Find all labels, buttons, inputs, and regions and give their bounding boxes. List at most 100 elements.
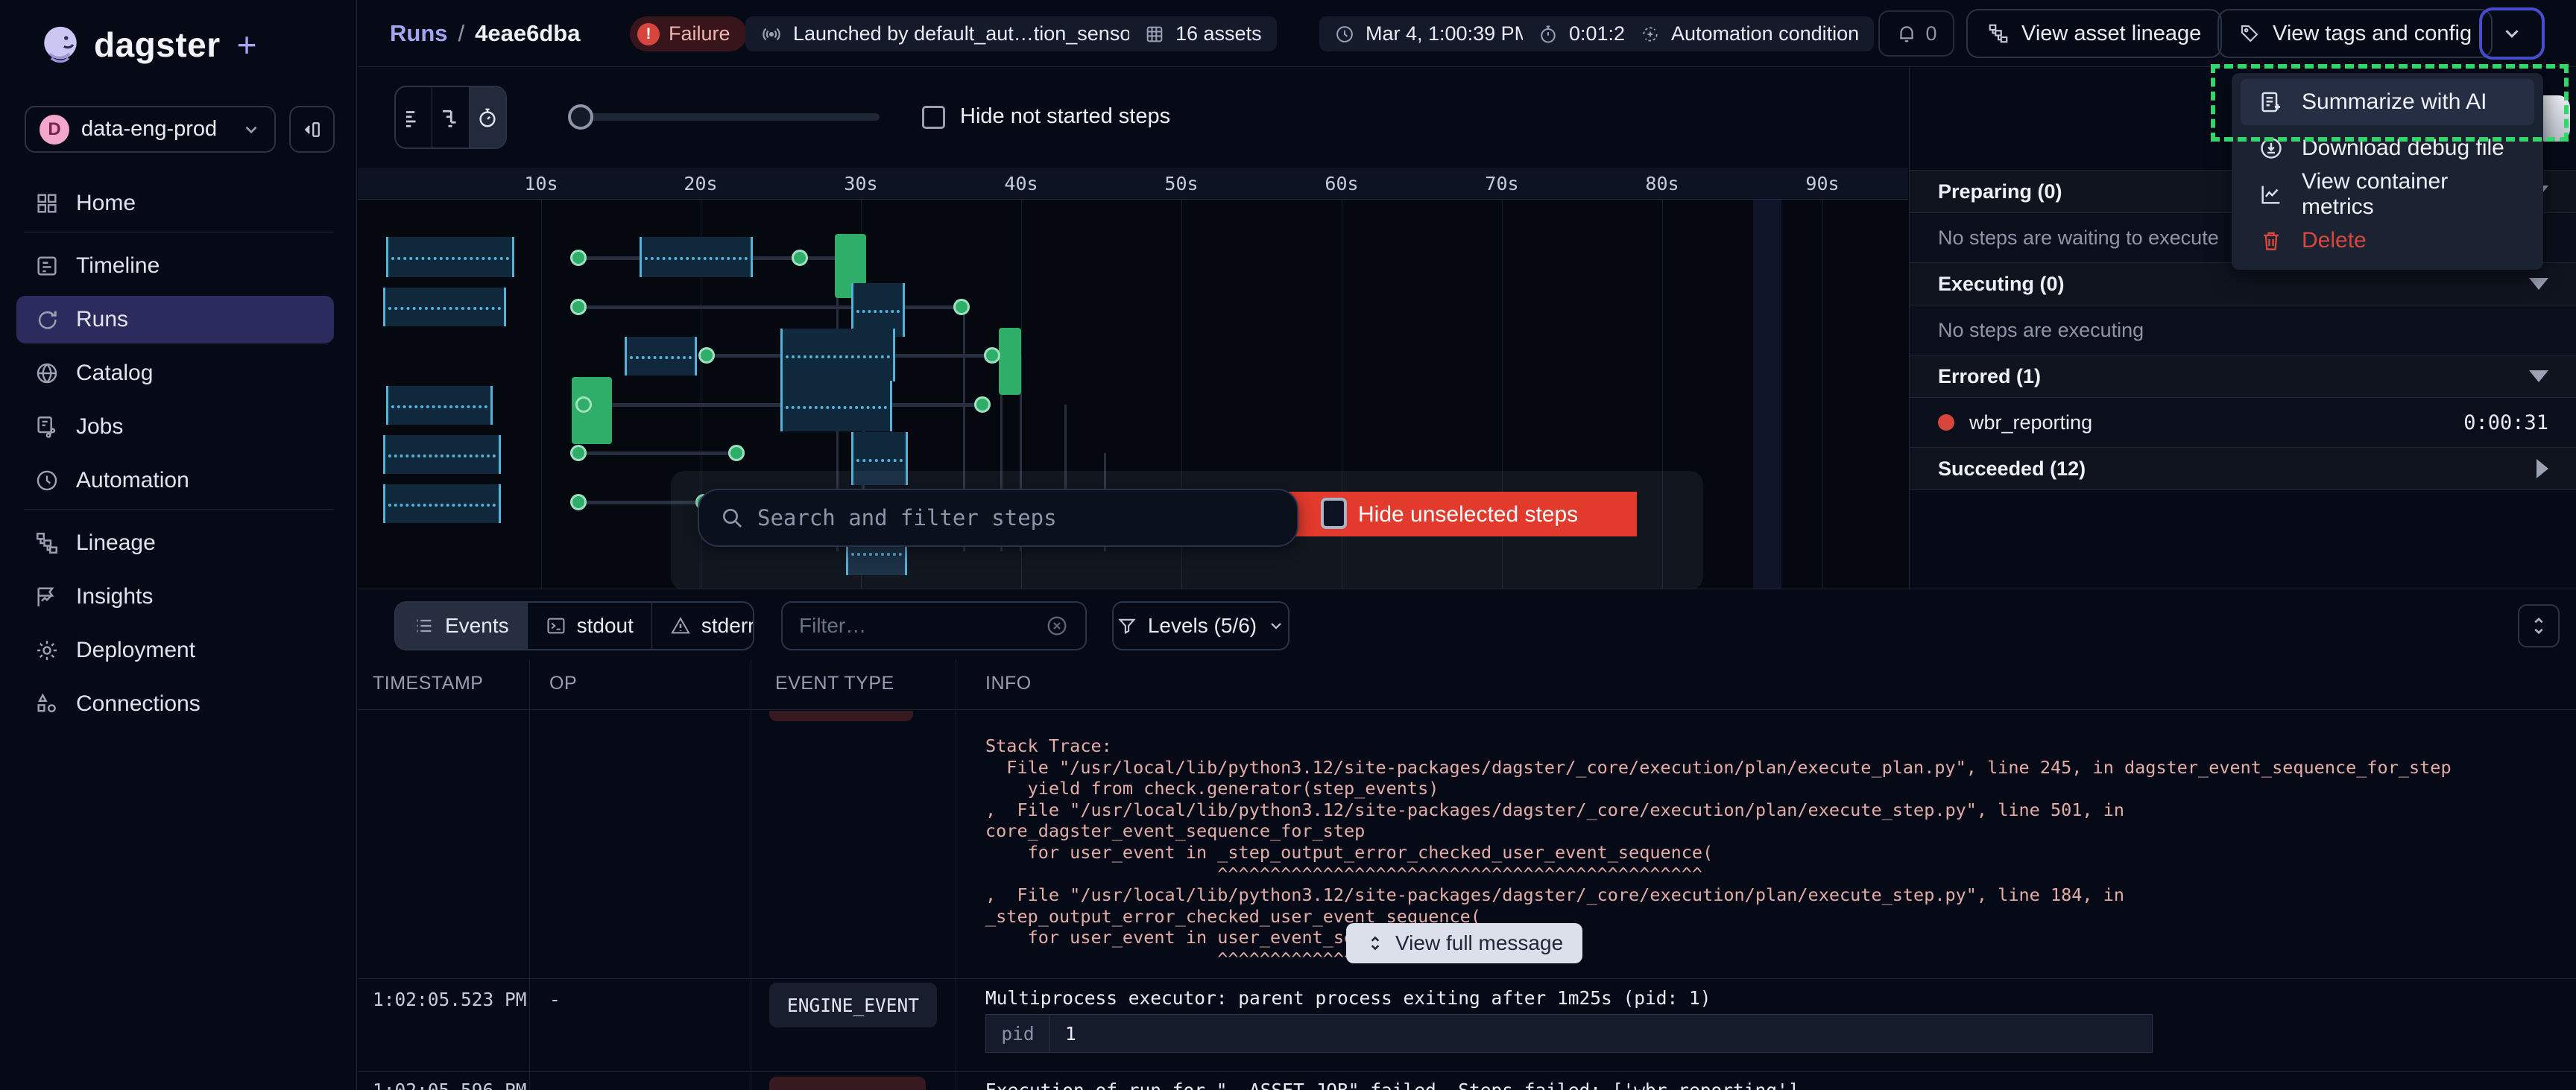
chart-icon [2258, 182, 2284, 207]
jobs-icon [34, 414, 60, 440]
tab-stderr[interactable]: stderr [652, 603, 754, 649]
notification-count: 0 [1925, 22, 1936, 45]
launched-by-label: Launched by default_aut…tion_sensor [793, 22, 1137, 45]
levels-label: Levels (5/6) [1148, 614, 1257, 638]
step-bar-succeeded[interactable] [999, 328, 1021, 395]
status-section-label: Succeeded (12) [1938, 457, 2536, 481]
launched-by-tag[interactable]: Launched by default_aut…tion_sensor [745, 16, 1152, 51]
scroll-order-button[interactable] [2518, 604, 2560, 647]
view-tags-config-label: View tags and config [2273, 22, 2472, 46]
sidebar-item-catalog[interactable]: Catalog [16, 349, 334, 397]
view-full-message-button[interactable]: View full message [1346, 923, 1582, 963]
log-table-header: TIMESTAMP OP EVENT TYPE INFO [358, 659, 2576, 710]
meta-value: 1 [1050, 1015, 1076, 1052]
levels-dropdown[interactable]: Levels (5/6) [1112, 601, 1289, 650]
lineage-icon [34, 530, 60, 556]
sidebar-item-lineage[interactable]: Lineage [16, 519, 334, 567]
hide-not-started-checkbox[interactable] [922, 106, 945, 129]
step-bar-not-started[interactable] [386, 386, 493, 425]
step-search-placeholder: Search and filter steps [757, 505, 1057, 530]
step-bar-not-started[interactable] [780, 381, 892, 431]
sidebar-item-insights[interactable]: Insights [16, 573, 334, 621]
status-section-succeeded[interactable]: Succeeded (12) [1910, 447, 2576, 490]
row-divider [358, 1071, 2576, 1072]
errored-step-row[interactable]: wbr_reporting0:00:31 [1910, 398, 2576, 447]
sidebar-item-label: Home [76, 191, 136, 216]
step-bar-not-started[interactable] [383, 288, 506, 326]
automation-tag[interactable]: Automation condition [1625, 16, 1874, 51]
previous-event-badge-clipped [769, 711, 913, 721]
step-marker-dot [575, 396, 592, 413]
sidebar-divider [24, 509, 334, 510]
sidebar-item-runs[interactable]: Runs [16, 296, 334, 343]
run-actions-menu-button[interactable] [2479, 7, 2545, 60]
sidebar-item-timeline[interactable]: Timeline [16, 242, 334, 290]
view-flat-button[interactable] [396, 87, 432, 148]
step-bar-not-started[interactable] [625, 337, 697, 376]
step-bar-not-started[interactable] [386, 237, 514, 277]
sidebar-item-label: Connections [76, 691, 201, 717]
breadcrumb-run-id: 4eae6dba [475, 20, 580, 47]
axis-tick-label: 60s [1325, 173, 1358, 194]
column-divider [529, 659, 530, 1090]
status-section-errored[interactable]: Errored (1) [1910, 355, 2576, 398]
log-filter-input[interactable]: Filter… [781, 601, 1087, 650]
caret-down-icon[interactable] [2529, 370, 2548, 382]
col-info: INFO [985, 673, 1032, 694]
sidebar: dagster + D data-eng-prod HomeTimelineRu… [0, 0, 357, 1090]
step-bar-not-started[interactable] [780, 329, 895, 381]
gantt-scrollbar[interactable] [1753, 200, 1781, 589]
hide-unselected-checkbox[interactable] [1321, 498, 1347, 529]
step-search-input[interactable]: Search and filter steps [698, 489, 1298, 547]
view-waterfall-button[interactable] [432, 87, 469, 148]
sidebar-item-automation[interactable]: Automation [16, 457, 334, 504]
collapse-sidebar-button[interactable] [289, 106, 335, 153]
axis-tick-label: 80s [1645, 173, 1679, 194]
sidebar-item-connections[interactable]: Connections [16, 680, 334, 728]
caret-right-icon[interactable] [2536, 459, 2548, 478]
event-type-badge: RUN_FAILURE [769, 1077, 926, 1090]
clear-filter-icon[interactable] [1045, 614, 1069, 638]
gantt-chart: Search and filter steps Hide unselected … [358, 200, 1908, 589]
org-avatar: D [40, 115, 69, 145]
bell-icon [1895, 22, 1918, 45]
tab-stdout[interactable]: stdout [528, 603, 652, 649]
gantt-time-axis: 10s20s30s40s50s60s70s80s90s [358, 168, 1908, 200]
errored-dot-icon [1938, 414, 1954, 431]
gantt-zoom-slider-track[interactable] [581, 113, 880, 121]
sidebar-item-deployment[interactable]: Deployment [16, 627, 334, 674]
hide-unselected-label: Hide unselected steps [1358, 502, 1578, 527]
terminal-icon [546, 615, 566, 636]
menu-item-delete[interactable]: Delete [2241, 218, 2534, 264]
caret-down-icon[interactable] [2529, 278, 2548, 290]
view-timed-button[interactable] [470, 87, 505, 148]
org-switcher[interactable]: D data-eng-prod [25, 106, 276, 153]
assets-tag[interactable]: 16 assets [1129, 16, 1277, 51]
status-empty-row: No steps are executing [1910, 305, 2576, 355]
step-marker-dot [698, 347, 715, 364]
col-op: OP [549, 673, 577, 694]
sidebar-item-jobs[interactable]: Jobs [16, 403, 334, 451]
step-connector-line [578, 305, 963, 309]
step-bar-not-started[interactable] [383, 484, 501, 523]
sidebar-item-home[interactable]: Home [16, 180, 334, 227]
row-op: - [549, 989, 561, 1010]
step-bar-not-started[interactable] [383, 435, 501, 474]
logo-text: dagster [94, 25, 221, 65]
step-bar-not-started[interactable] [640, 237, 753, 277]
row-op: - [549, 1080, 561, 1090]
notifications-button[interactable]: 0 [1878, 10, 1954, 57]
step-marker-dot [953, 299, 970, 315]
view-asset-lineage-button[interactable]: View asset lineage [1966, 9, 2222, 58]
clock-icon [34, 468, 60, 493]
asset-grid-icon [1144, 24, 1165, 45]
menu-item-view-container-metrics[interactable]: View container metrics [2241, 171, 2534, 218]
gantt-zoom-slider-thumb[interactable] [568, 104, 593, 130]
timeline-icon [34, 253, 60, 279]
lineage-icon [1987, 22, 2010, 45]
tab-events[interactable]: Events [396, 603, 528, 649]
view-tags-config-button[interactable]: View tags and config [2217, 9, 2493, 58]
breadcrumb-runs-link[interactable]: Runs [390, 20, 448, 47]
sidebar-item-label: Timeline [76, 253, 160, 279]
status-section-label: Errored (1) [1938, 365, 2529, 388]
